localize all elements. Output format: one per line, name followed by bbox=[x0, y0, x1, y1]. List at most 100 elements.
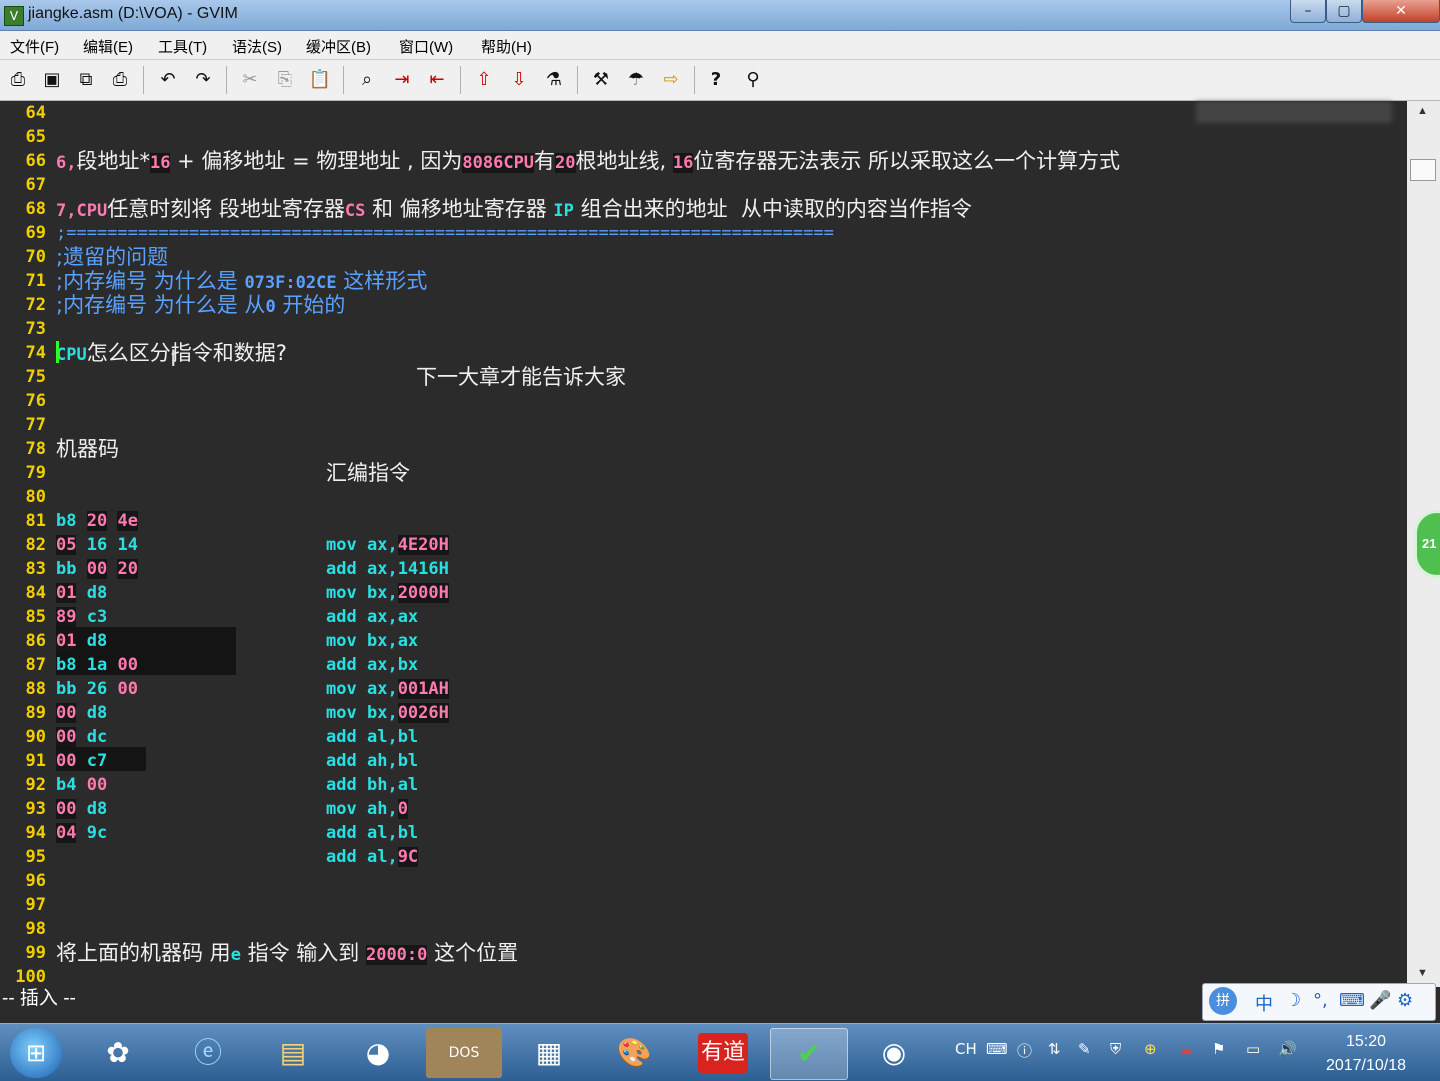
redo-icon[interactable]: ↷ bbox=[190, 67, 216, 93]
punctuation-icon[interactable]: °, bbox=[1313, 990, 1328, 1011]
blurred-overlay bbox=[1196, 101, 1392, 123]
scroll-up-icon[interactable]: ▲ bbox=[1417, 105, 1428, 117]
start-button[interactable]: ⊞ bbox=[10, 1028, 62, 1078]
tag-jump-icon[interactable]: ⇨ bbox=[658, 67, 684, 93]
editor-area[interactable]: 64 65 6,段地址*16 + 偏移地址 = 物理地址 , 因为8086CPU… bbox=[0, 101, 1407, 987]
undo-icon[interactable]: ↶ bbox=[155, 67, 181, 93]
machine-code: b4 00 bbox=[56, 775, 108, 795]
code-row: 80 b8 20 4e mov ax,4E20H bbox=[25, 487, 449, 555]
maximize-button[interactable]: ▢ bbox=[1326, 0, 1362, 23]
menu-buffers[interactable]: 缓冲区(B) bbox=[306, 36, 371, 57]
input-language[interactable]: CH bbox=[955, 1040, 977, 1058]
sogou-logo-icon[interactable]: 拼 bbox=[1209, 987, 1237, 1015]
gear-icon[interactable]: ⚙ bbox=[1397, 990, 1413, 1011]
cloud-tray-icon[interactable]: ☁ bbox=[1178, 1040, 1193, 1058]
360-icon[interactable]: ✿ bbox=[80, 1028, 156, 1078]
find-help-icon[interactable]: ⚲ bbox=[740, 67, 766, 93]
title-bar: V jiangke.asm (D:\VOA) - GVIM – ▢ ✕ bbox=[0, 0, 1440, 31]
menu-file[interactable]: 文件(F) bbox=[10, 36, 59, 57]
menu-edit[interactable]: 编辑(E) bbox=[83, 36, 133, 57]
code-row: 91 b4 00 mov ah,0 bbox=[25, 751, 408, 819]
line-text: ;遗留的问题 bbox=[56, 245, 169, 269]
ie-icon[interactable]: ⓔ bbox=[170, 1028, 246, 1078]
machine-code: 00 dc bbox=[56, 727, 108, 747]
vim-icon[interactable]: V bbox=[4, 6, 24, 26]
save-icon[interactable]: ▣ bbox=[39, 67, 65, 93]
line-70: 70 ;内存编号 为什么是 073F:02CE 这样形式 bbox=[25, 247, 428, 293]
ime-toolbar[interactable]: 拼 中 ☽ °, ⌨ 🎤 ⚙ bbox=[1202, 983, 1436, 1021]
scroll-down-icon[interactable]: ▼ bbox=[1417, 967, 1428, 979]
shield-icon[interactable]: ⛨ bbox=[1110, 1040, 1121, 1058]
youdao-icon[interactable]: 有道 bbox=[698, 1033, 748, 1073]
network-icon[interactable]: ▭ bbox=[1246, 1040, 1260, 1058]
toolbar-separator bbox=[143, 66, 144, 94]
flag-icon[interactable]: ⚑ bbox=[1212, 1040, 1225, 1058]
asm-instruction: mov bx,2000H bbox=[326, 583, 449, 603]
toolbar-separator bbox=[343, 66, 344, 94]
machine-code: b8 1a 00 bbox=[56, 655, 138, 675]
color-picker-icon[interactable]: ◕ bbox=[340, 1028, 416, 1078]
asm-instruction: add bh,al bbox=[326, 775, 419, 795]
tool-tray-icon[interactable]: ✎ bbox=[1078, 1040, 1091, 1058]
floating-badge[interactable]: 21 bbox=[1414, 510, 1440, 578]
asm-instruction: add al,bl bbox=[326, 727, 419, 747]
line-text: 7,CPU任意时刻将 段地址寄存器CS 和 偏移地址寄存器 IP 组合出来的地址… bbox=[56, 197, 972, 221]
asm-instruction: add ah,bl bbox=[326, 751, 419, 771]
menu-window[interactable]: 窗口(W) bbox=[399, 36, 453, 57]
open-icon[interactable]: ⎙ bbox=[5, 67, 31, 93]
plus-tray-icon[interactable]: ⊕ bbox=[1144, 1040, 1157, 1058]
machine-code: 00 c7 bbox=[56, 751, 108, 771]
line-text: 将上面的机器码 用e 指令 输入到 2000:0 这个位置 bbox=[56, 941, 519, 965]
moon-icon[interactable]: ☽ bbox=[1285, 990, 1301, 1011]
scroll-thumb[interactable] bbox=[1410, 159, 1436, 181]
minimize-button[interactable]: – bbox=[1290, 0, 1326, 23]
run-ctags-icon[interactable]: ☂ bbox=[623, 67, 649, 93]
asm-instruction: add ax,ax bbox=[326, 607, 419, 627]
help-tray-icon[interactable]: ⓘ bbox=[1017, 1040, 1032, 1061]
help-icon[interactable]: ? bbox=[703, 67, 729, 93]
code-row: 93 04 9c add al,9C bbox=[25, 799, 419, 867]
find-next-icon[interactable]: ⇥ bbox=[389, 67, 415, 93]
asm-instruction: add ax,bx bbox=[326, 655, 419, 675]
machine-code: 04 9c bbox=[56, 823, 108, 843]
menu-help[interactable]: 帮助(H) bbox=[481, 36, 532, 57]
menu-syntax[interactable]: 语法(S) bbox=[232, 36, 282, 57]
line-text: ;内存编号 为什么是 073F:02CE 这样形式 bbox=[56, 269, 428, 293]
line-65: 65 6,段地址*16 + 偏移地址 = 物理地址 , 因为8086CPU有20… bbox=[25, 127, 1121, 173]
keyboard-tray-icon[interactable]: ⌨ bbox=[986, 1040, 1008, 1058]
print-icon[interactable]: ⎙ bbox=[107, 67, 133, 93]
microphone-icon[interactable]: 🎤 bbox=[1369, 990, 1391, 1011]
line-68: 68 ;====================================… bbox=[25, 199, 834, 243]
asm-instruction: add al,bl bbox=[326, 823, 419, 843]
dosbox-icon[interactable]: DOS bbox=[426, 1028, 502, 1078]
line-text: 下一大章才能告诉大家 bbox=[416, 365, 626, 389]
load-session-icon[interactable]: ⇧ bbox=[471, 67, 497, 93]
obs-icon[interactable]: ◉ bbox=[856, 1028, 932, 1078]
code-row: 86 b8 1a 00 mov ax,001AH bbox=[25, 631, 449, 699]
paste-icon[interactable]: 📋 bbox=[307, 67, 333, 93]
machine-code: 01 d8 bbox=[56, 631, 108, 651]
keyboard-icon[interactable]: ⌨ bbox=[1339, 990, 1365, 1011]
make-icon[interactable]: ⚒ bbox=[588, 67, 614, 93]
explorer-icon[interactable]: ▤ bbox=[255, 1028, 331, 1078]
menu-tools[interactable]: 工具(T) bbox=[158, 36, 207, 57]
machine-code: 00 d8 bbox=[56, 703, 108, 723]
copy-icon[interactable]: ⎘ bbox=[272, 67, 298, 93]
line-text: 汇编指令 bbox=[326, 461, 410, 485]
paint-icon[interactable]: 🎨 bbox=[596, 1028, 672, 1078]
save-all-icon[interactable]: ⧉ bbox=[73, 67, 99, 93]
cut-icon[interactable]: ✂ bbox=[237, 67, 263, 93]
calculator-icon[interactable]: ▦ bbox=[511, 1028, 587, 1078]
find-replace-icon[interactable]: ⌕ bbox=[354, 67, 380, 93]
gvim-icon[interactable]: ✔ bbox=[770, 1028, 848, 1080]
machine-code: bb 26 00 bbox=[56, 679, 138, 699]
close-button[interactable]: ✕ bbox=[1362, 0, 1440, 23]
volume-icon[interactable]: 🔊 bbox=[1278, 1040, 1297, 1058]
clock[interactable]: 15:20 2017/10/18 bbox=[1306, 1030, 1426, 1078]
find-prev-icon[interactable]: ⇤ bbox=[424, 67, 450, 93]
arrows-tray-icon[interactable]: ⇅ bbox=[1048, 1040, 1061, 1058]
asm-instruction: add ax,1416H bbox=[326, 559, 449, 579]
run-script-icon[interactable]: ⚗ bbox=[541, 67, 567, 93]
ime-chinese-mode[interactable]: 中 bbox=[1255, 990, 1273, 1016]
save-session-icon[interactable]: ⇩ bbox=[506, 67, 532, 93]
